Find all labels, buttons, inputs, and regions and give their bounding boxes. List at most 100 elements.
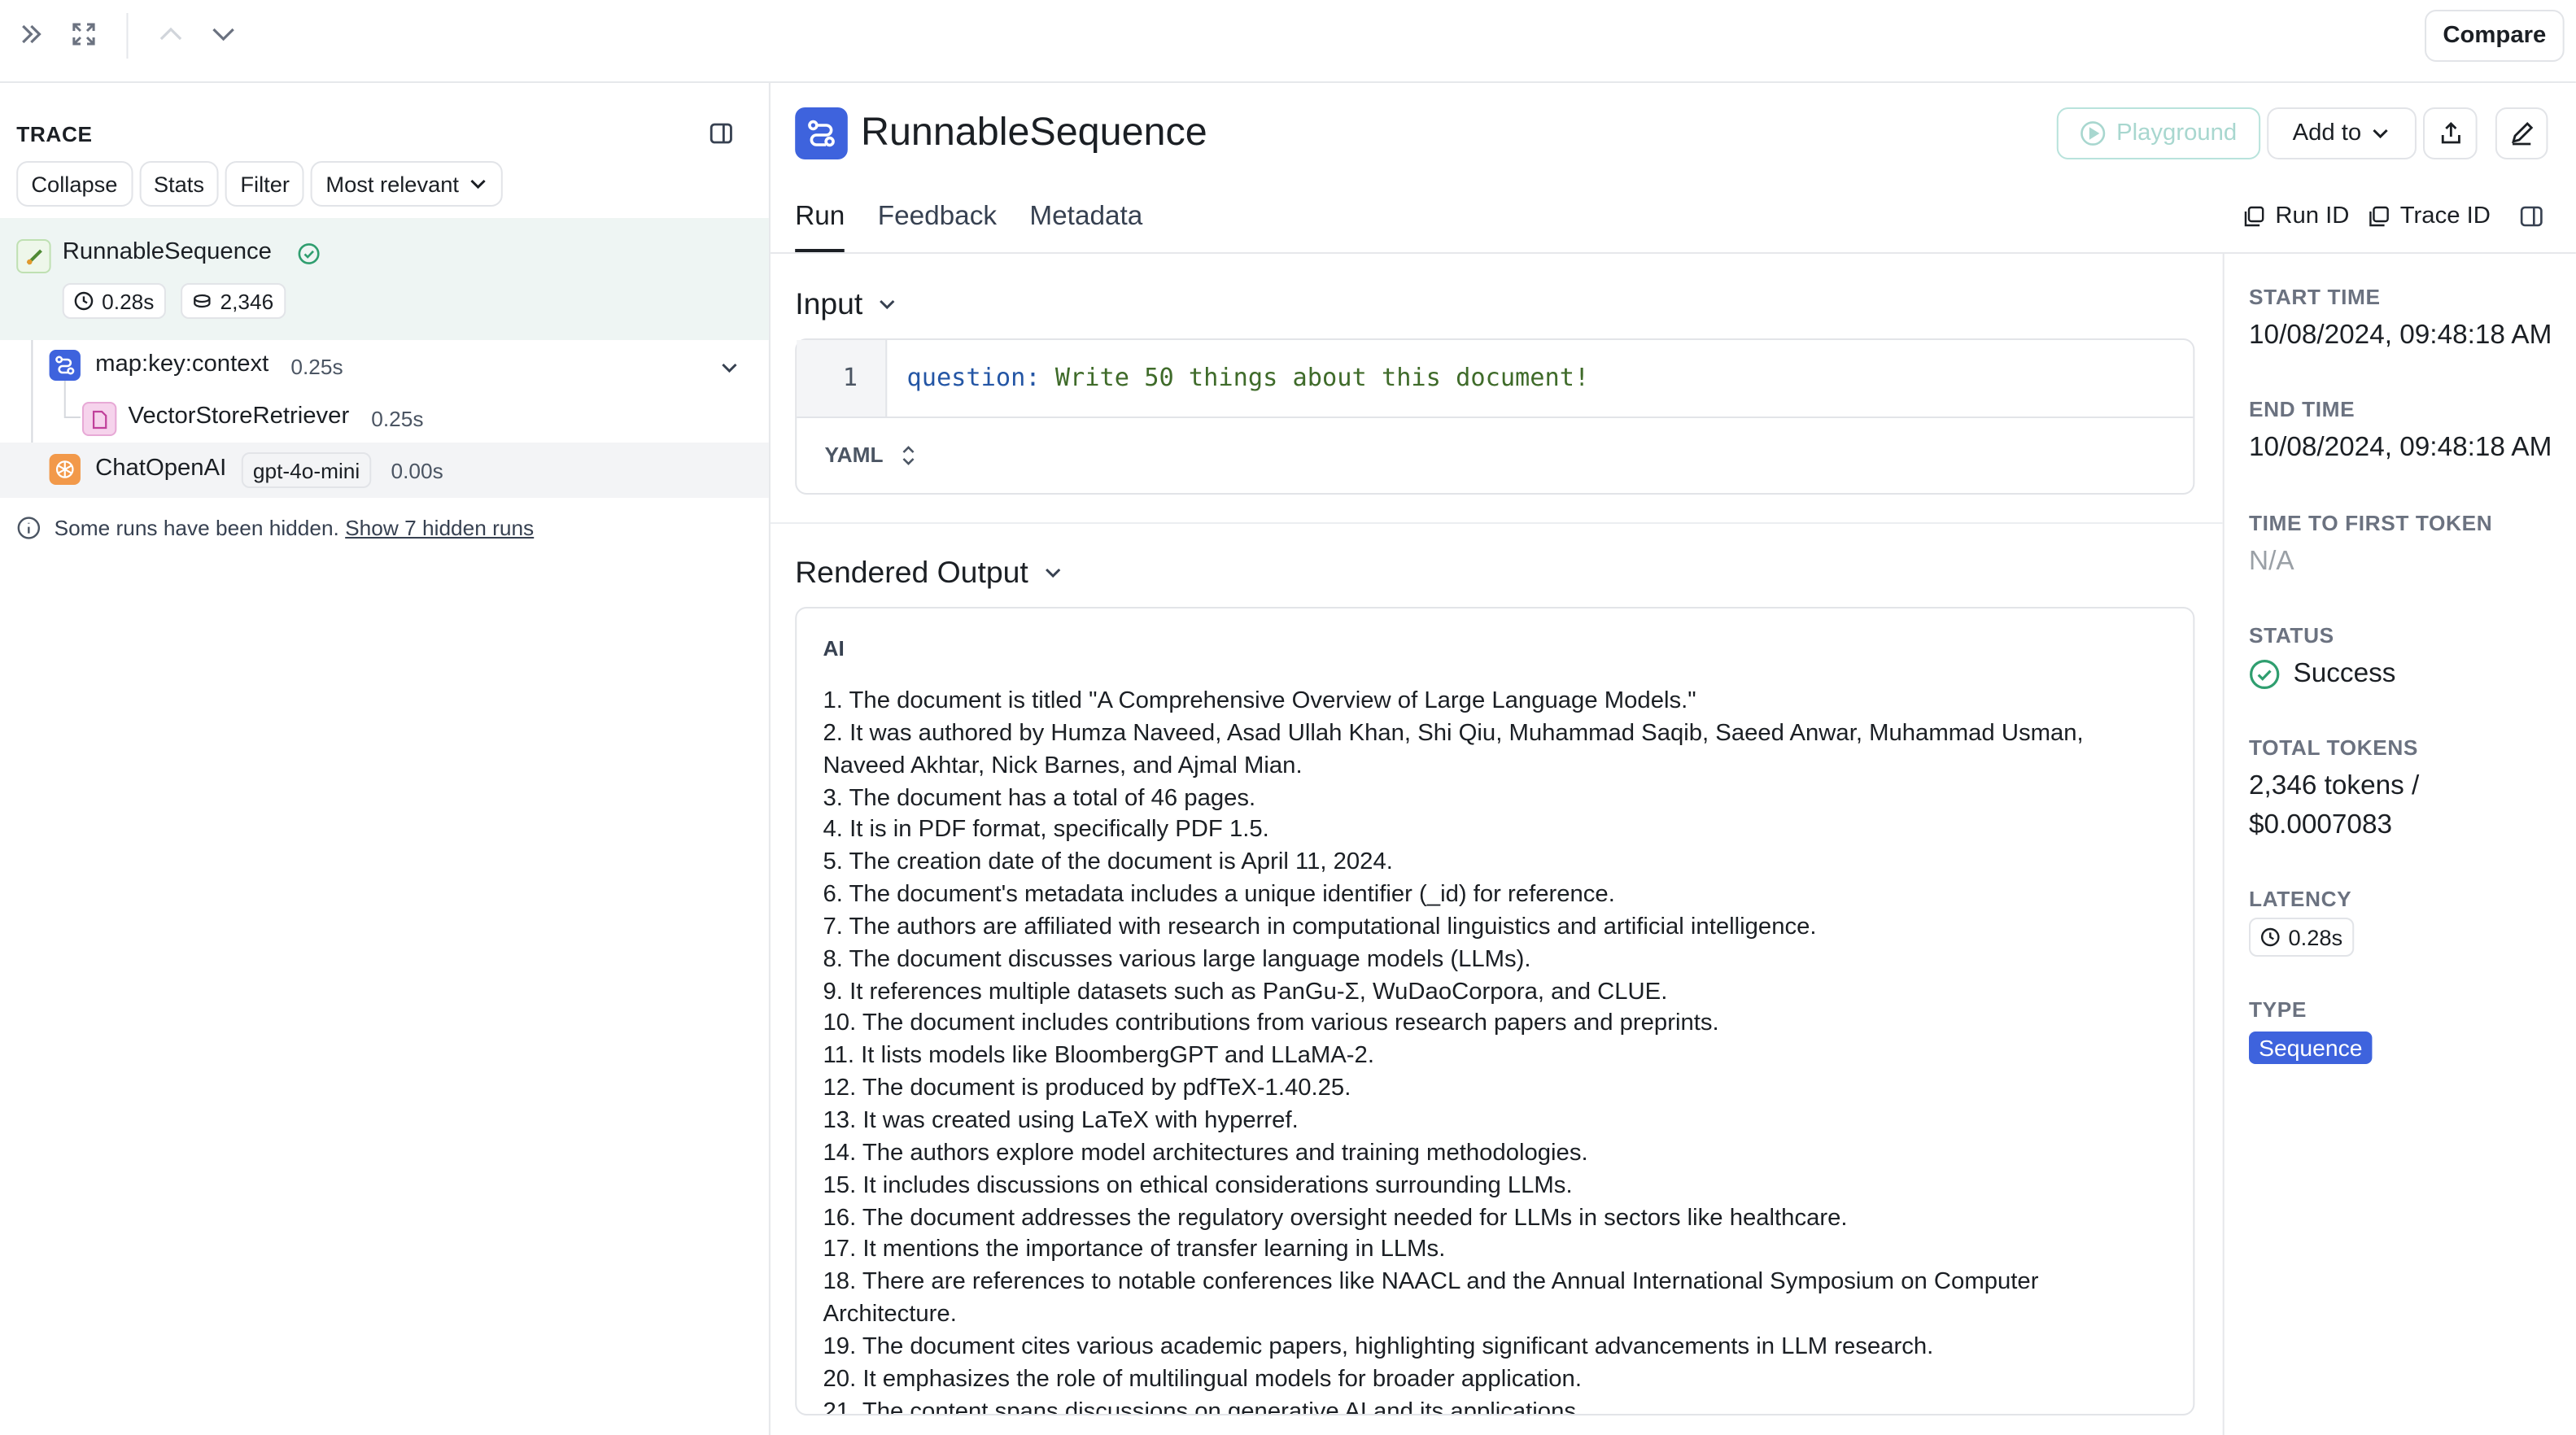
code-value: Write 50 things about this document! [1040,363,1590,392]
collapse-button[interactable]: Collapse [16,161,133,207]
output-text: 1. The document is titled "A Comprehensi… [823,687,2137,1415]
info-icon [16,516,41,540]
total-cost-value: $0.0007083 [2249,810,2393,840]
input-title: Input [795,286,863,321]
status-text: Success [2293,659,2396,688]
play-icon [2080,120,2107,146]
filter-button[interactable]: Filter [225,161,305,207]
tree-node-vectorstoreretriever[interactable]: VectorStoreRetriever 0.25s [0,395,769,444]
node-latency: 0.25s [290,355,343,379]
code-line[interactable]: question: Write 50 things about this doc… [906,363,1589,392]
tab-metadata[interactable]: Metadata [1029,202,1142,252]
sidebar-toggle-icon[interactable] [2518,203,2544,229]
end-time-value: 10/08/2024, 09:48:18 AM [2249,433,2552,462]
node-label: RunnableSequence [62,239,272,265]
copy-run-id-button[interactable]: Run ID [2242,203,2349,229]
copy-icon [2242,205,2265,228]
compare-button[interactable]: Compare [2425,10,2565,62]
playground-button[interactable]: Playground [2056,107,2261,159]
end-time-label: END TIME [2249,397,2356,421]
output-line: 1. The document is titled "A Comprehensi… [823,688,1696,714]
ttft-label: TIME TO FIRST TOKEN [2249,511,2493,535]
output-line: 5. The creation date of the document is … [823,849,1393,876]
sort-dropdown[interactable]: Most relevant [311,161,504,207]
run-content: Input 1 question: Write 50 things about … [770,254,2225,1435]
double-chevron-right-icon[interactable] [13,16,49,52]
latency-label: LATENCY [2249,887,2352,911]
expand-icon[interactable] [66,16,102,52]
type-label: TYPE [2249,997,2307,1022]
tokens-chip: 2,346 [181,283,286,319]
line-gutter: 1 [797,340,888,417]
copy-trace-id-button[interactable]: Trace ID [2367,203,2491,229]
chevron-down-icon [875,293,898,316]
output-line: 2. It was authored by Humza Naveed, Asad… [823,720,2084,779]
total-tokens-label: TOTAL TOKENS [2249,735,2419,760]
coins-icon [192,291,212,311]
document-icon [81,402,117,436]
app-root: Compare TRACE Collapse Stats Filter Most… [0,0,2576,1435]
playground-label: Playground [2116,120,2238,146]
total-tokens-value: 2,346 tokens / [2249,771,2420,800]
input-section-toggle[interactable]: Input [795,286,899,322]
format-selector[interactable]: YAML [825,443,916,467]
input-code-box: 1 question: Write 50 things about this d… [795,338,2195,495]
node-label: map:key:context [95,351,269,377]
sequence-icon [795,107,848,159]
output-line: 10. The document includes contributions … [823,1010,1719,1037]
pencil-icon [2508,120,2535,146]
chevron-down-icon[interactable] [205,16,241,52]
output-line: 18. There are references to notable conf… [823,1269,2039,1328]
sequence-icon [49,350,81,381]
run-detail: RunnableSequence Playground Add to Run F… [770,83,2576,1435]
add-to-label: Add to [2292,120,2362,146]
run-tabs: Run Feedback Metadata [795,202,1142,252]
message-role: AI [823,636,845,661]
output-line: 11. It lists models like BloombergGPT an… [823,1043,1374,1070]
output-title: Rendered Output [795,555,1028,589]
trace-title: TRACE [16,122,93,146]
success-check-icon [295,241,321,267]
toolbar-divider [126,13,129,59]
stats-button[interactable]: Stats [138,161,220,207]
output-section-toggle[interactable]: Rendered Output [795,555,1064,591]
output-line: 7. The authors are affiliated with resea… [823,914,1817,940]
share-button[interactable] [2423,107,2478,159]
success-check-icon [2249,659,2280,690]
chevron-up-down-icon [900,443,916,466]
edit-button[interactable] [2495,107,2548,159]
output-line: 8. The document discusses various large … [823,946,1531,973]
tree-node-chatopenai[interactable]: ChatOpenAI gpt-4o-mini 0.00s [0,443,769,498]
hidden-runs-note: Some runs have been hidden. Show 7 hidde… [16,516,534,540]
output-line: 15. It includes discussions on ethical c… [823,1172,1573,1199]
output-line: 13. It was created using LaTeX with hype… [823,1107,1299,1134]
output-line: 12. The document is produced by pdfTeX-1… [823,1075,1351,1102]
ttft-value: N/A [2249,547,2294,576]
panel-toggle-icon[interactable] [706,119,736,148]
tab-run[interactable]: Run [795,202,845,252]
tree-node-runnablesequence[interactable]: RunnableSequence 0.28s 2,346 [0,218,769,340]
add-to-dropdown[interactable]: Add to [2267,107,2417,159]
model-name: gpt-4o-mini [252,458,360,482]
tab-feedback[interactable]: Feedback [878,202,997,252]
code-key: question: [906,363,1041,392]
copy-icon [2367,205,2390,228]
chevron-down-icon [1041,561,1064,584]
latency-chip: 0.28s [2249,918,2355,957]
chevron-up-icon[interactable] [153,16,189,52]
output-line: 19. The document cites various academic … [823,1333,1934,1360]
start-time-value: 10/08/2024, 09:48:18 AM [2249,321,2552,350]
tree-node-map-key-context[interactable]: map:key:context 0.25s [0,343,769,392]
tokens-value: 2,346 [220,289,274,313]
model-chip: gpt-4o-mini [241,452,372,488]
chevron-down-icon[interactable] [716,355,742,381]
output-line: 21. The content spans discussions on gen… [823,1398,1583,1415]
trace-toolbar: Collapse Stats Filter Most relevant [16,161,504,207]
section-divider [770,522,2223,524]
page-title: RunnableSequence [860,111,1207,155]
show-hidden-runs-link[interactable]: Show 7 hidden runs [345,516,534,540]
start-time-label: START TIME [2249,285,2381,309]
upload-icon [2437,120,2463,146]
trace-id-label: Trace ID [2399,203,2491,229]
node-latency: 0.25s [371,407,424,431]
